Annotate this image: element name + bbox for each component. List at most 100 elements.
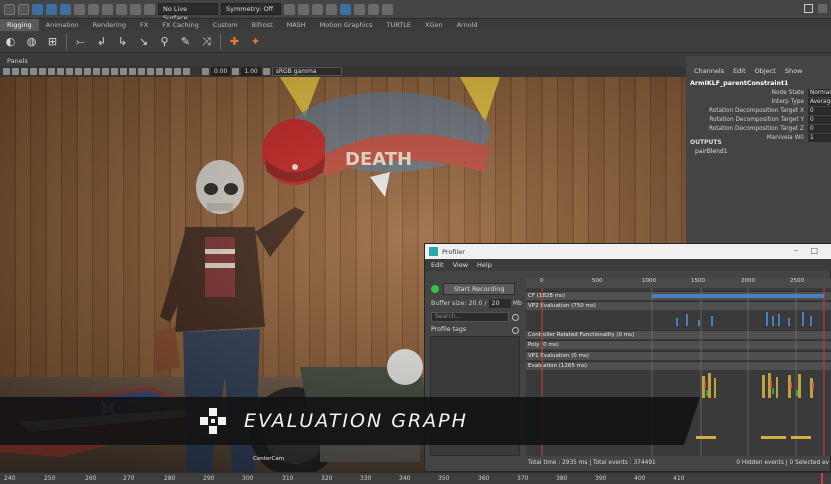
cluster-icon[interactable]: ◍ bbox=[24, 34, 39, 49]
image-plane-icon[interactable] bbox=[30, 68, 37, 75]
tags-options-icon[interactable] bbox=[512, 327, 519, 334]
attr-row[interactable]: Rotation Decomposition Target X 0 bbox=[690, 107, 831, 115]
attr-value[interactable]: Normal bbox=[808, 89, 831, 97]
object-menu[interactable]: Object bbox=[755, 67, 776, 75]
profiler-help-menu[interactable]: Help bbox=[477, 261, 492, 269]
gamma-icon[interactable] bbox=[232, 68, 240, 75]
profiler-edit-menu[interactable]: Edit bbox=[431, 261, 444, 269]
search-input[interactable]: Search... bbox=[431, 312, 509, 322]
textured-icon[interactable] bbox=[129, 68, 136, 75]
mirror-joint-icon[interactable]: ↘ bbox=[136, 34, 151, 49]
wireframe-icon[interactable] bbox=[93, 68, 100, 75]
tab-custom[interactable]: Custom bbox=[206, 19, 245, 31]
attribute-editor-icon[interactable] bbox=[382, 3, 393, 15]
tab-bifrost[interactable]: Bifrost bbox=[245, 19, 280, 31]
tab-rigging[interactable]: Rigging bbox=[0, 19, 39, 31]
ik-handle-icon[interactable]: ↲ bbox=[94, 34, 109, 49]
render-view-icon[interactable] bbox=[284, 3, 295, 15]
attr-row[interactable]: Rotation Decomposition Target Y 0 bbox=[690, 116, 831, 124]
render-current-icon[interactable] bbox=[298, 3, 309, 15]
shadows-icon[interactable] bbox=[120, 68, 127, 75]
buffer-size-input[interactable]: 20 bbox=[488, 299, 511, 308]
exposure-field[interactable]: 0.00 bbox=[211, 67, 231, 76]
attr-value[interactable]: Average bbox=[808, 98, 831, 106]
orient-constraint-icon[interactable]: ✦ bbox=[248, 34, 263, 49]
tab-fx-caching[interactable]: FX Caching bbox=[155, 19, 206, 31]
tab-rendering[interactable]: Rendering bbox=[86, 19, 133, 31]
panels-menu[interactable]: Panels bbox=[0, 56, 686, 66]
new-scene-icon[interactable] bbox=[18, 3, 29, 15]
account-icon[interactable] bbox=[804, 4, 813, 13]
snap-curve-icon[interactable] bbox=[88, 3, 99, 15]
field-chart-icon[interactable] bbox=[75, 68, 82, 75]
select-hierarchy-icon[interactable] bbox=[32, 3, 43, 15]
snap-point-icon[interactable] bbox=[102, 3, 113, 15]
grid-icon[interactable] bbox=[39, 68, 46, 75]
snap-grid-icon[interactable] bbox=[74, 3, 85, 15]
view-transform-select[interactable]: sRGB gamma bbox=[271, 67, 342, 76]
render-settings-icon[interactable] bbox=[326, 3, 337, 15]
tab-fx[interactable]: FX bbox=[133, 19, 155, 31]
paint-weights-icon[interactable]: ✎ bbox=[178, 34, 193, 49]
color-management-icon[interactable] bbox=[262, 68, 270, 75]
motion-blur-icon[interactable] bbox=[165, 68, 172, 75]
ambient-occlusion-icon[interactable] bbox=[156, 68, 163, 75]
tab-arnold[interactable]: Arnold bbox=[450, 19, 485, 31]
anti-aliasing-icon[interactable] bbox=[174, 68, 181, 75]
tab-mash[interactable]: MASH bbox=[280, 19, 313, 31]
safe-action-icon[interactable] bbox=[84, 68, 91, 75]
node-name[interactable]: ArmIKLF_parentConstraint1 bbox=[690, 80, 788, 87]
attr-value[interactable]: 1 bbox=[808, 134, 831, 142]
ik-spline-icon[interactable]: ↳ bbox=[115, 34, 130, 49]
attr-row[interactable]: Rotation Decomposition Target Z 0 bbox=[690, 125, 831, 133]
film-gate-icon[interactable] bbox=[48, 68, 55, 75]
parent-constraint-icon[interactable]: ✚ bbox=[227, 34, 242, 49]
construction-history-icon[interactable] bbox=[144, 3, 155, 15]
smooth-shade-icon[interactable] bbox=[102, 68, 109, 75]
create-joint-icon[interactable]: ◐ bbox=[3, 34, 18, 49]
depth-of-field-icon[interactable] bbox=[183, 68, 190, 75]
live-surface-field[interactable]: No Live Surface bbox=[158, 3, 218, 22]
maximize-icon[interactable]: □ bbox=[810, 246, 818, 255]
attr-value[interactable]: 0 bbox=[808, 125, 831, 133]
skin-cluster-icon[interactable]: ⤨ bbox=[199, 34, 214, 49]
attr-row[interactable]: Node State Normal bbox=[690, 89, 831, 97]
gate-mask-icon[interactable] bbox=[66, 68, 73, 75]
select-component-icon[interactable] bbox=[60, 3, 71, 15]
attr-value[interactable]: 0 bbox=[808, 107, 831, 115]
current-time-indicator[interactable] bbox=[821, 473, 823, 484]
camera-attributes-icon[interactable] bbox=[12, 68, 19, 75]
hypershade-icon[interactable] bbox=[340, 3, 351, 15]
history-icon[interactable] bbox=[130, 3, 141, 15]
search-options-icon[interactable] bbox=[512, 314, 519, 321]
output-node[interactable]: pairBlend1 bbox=[695, 148, 728, 155]
ipr-render-icon[interactable] bbox=[312, 3, 323, 15]
tab-xgen[interactable]: XGen bbox=[418, 19, 450, 31]
bind-skin-icon[interactable]: ⚲ bbox=[157, 34, 172, 49]
edit-menu[interactable]: Edit bbox=[733, 67, 746, 75]
character-controls-icon[interactable] bbox=[368, 3, 379, 15]
profiler-titlebar[interactable]: Profiler – □ bbox=[425, 244, 831, 259]
lights-icon[interactable] bbox=[111, 68, 118, 75]
profiler-view-menu[interactable]: View bbox=[453, 261, 468, 269]
minimize-icon[interactable]: – bbox=[794, 246, 798, 255]
tab-turtle[interactable]: TURTLE bbox=[380, 19, 418, 31]
start-recording-button[interactable]: Start Recording bbox=[443, 283, 516, 295]
modeling-toolkit-icon[interactable] bbox=[354, 3, 365, 15]
snap-plane-icon[interactable] bbox=[116, 3, 127, 15]
symmetry-field[interactable]: Symmetry: Off bbox=[221, 3, 281, 15]
channels-menu[interactable]: Channels bbox=[694, 67, 724, 75]
bookmark-icon[interactable] bbox=[21, 68, 28, 75]
xray-icon[interactable] bbox=[138, 68, 145, 75]
resolution-gate-icon[interactable] bbox=[57, 68, 64, 75]
isolate-icon[interactable] bbox=[147, 68, 154, 75]
workspace-icon[interactable] bbox=[818, 4, 827, 13]
menu-set-icon[interactable] bbox=[4, 3, 15, 15]
attr-value[interactable]: 0 bbox=[808, 116, 831, 124]
show-menu[interactable]: Show bbox=[785, 67, 803, 75]
time-slider[interactable]: 240 250 260 270 280 290 300 310 320 330 … bbox=[0, 472, 831, 484]
select-object-icon[interactable] bbox=[46, 3, 57, 15]
tab-motion-graphics[interactable]: Motion Graphics bbox=[313, 19, 380, 31]
joint-tool-icon[interactable]: ⤚ bbox=[73, 34, 88, 49]
select-camera-icon[interactable] bbox=[3, 68, 10, 75]
